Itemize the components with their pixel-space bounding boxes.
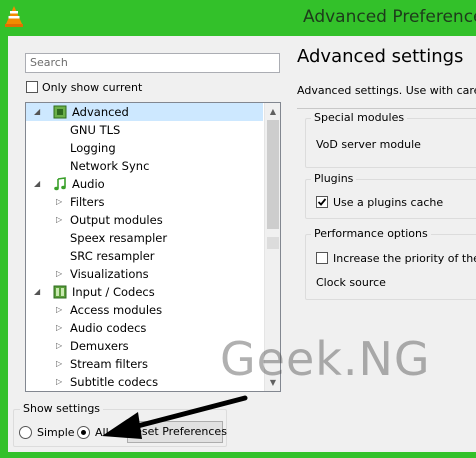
all-radio-dot — [81, 430, 86, 435]
only-show-current-checkbox[interactable] — [26, 81, 38, 93]
simple-radio-label: Simple — [37, 426, 75, 439]
expand-arrow-icon[interactable]: ◢ — [34, 175, 40, 193]
preferences-client-area: Search Only show current ◢ Advanced GNU TL… — [8, 36, 476, 452]
special-modules-label: Special modules — [311, 111, 408, 124]
clock-source-label: Clock source — [316, 276, 386, 289]
collapse-arrow-icon[interactable]: ▷ — [56, 337, 62, 355]
show-settings-label: Show settings — [20, 402, 104, 415]
only-show-current-label: Only show current — [42, 81, 143, 94]
tree-item-label: Output modules — [70, 213, 163, 227]
performance-options-label: Performance options — [311, 227, 431, 240]
tree-item-label: SRC resampler — [70, 249, 155, 263]
collapse-arrow-icon[interactable]: ▷ — [56, 301, 62, 319]
all-radio[interactable] — [77, 426, 90, 439]
panel-heading: Advanced settings — [297, 46, 464, 67]
tree-item-label: Demuxers — [70, 339, 129, 353]
title-bar[interactable]: Advanced Preferences — [0, 0, 476, 36]
tree-item-label: Subtitle codecs — [70, 375, 159, 389]
tree-item-label: Network Sync — [70, 159, 150, 173]
tree-item-label: Advanced — [72, 105, 129, 119]
tree-item[interactable]: SRC resampler — [26, 247, 263, 265]
search-input[interactable]: Search — [25, 53, 280, 73]
tree-item-label: Filters — [70, 195, 105, 209]
scroll-up-arrow[interactable]: ▲ — [265, 103, 280, 120]
use-plugins-cache-label: Use a plugins cache — [333, 196, 444, 209]
expand-arrow-icon[interactable]: ◢ — [34, 283, 40, 301]
tree-item[interactable]: Network Sync — [26, 157, 263, 175]
tree-item[interactable]: ▷ Access modules — [26, 301, 263, 319]
tree-item[interactable]: Logging — [26, 139, 263, 157]
vod-server-module-label: VoD server module — [316, 138, 421, 151]
music-note-icon — [53, 177, 67, 191]
tree-item-label: Input / Codecs — [72, 285, 155, 299]
tree-item[interactable]: ▷ Output modules — [26, 211, 263, 229]
tree-item-label: Audio — [72, 177, 105, 191]
window-frame: Advanced Preferences Search Only show cu… — [0, 0, 476, 458]
collapse-arrow-icon[interactable]: ▷ — [56, 355, 62, 373]
scroll-thumb-grip — [267, 237, 279, 249]
tree-item[interactable]: ◢ Audio — [26, 175, 263, 193]
annotation-arrow-icon — [102, 395, 248, 439]
use-plugins-cache-checkbox[interactable] — [316, 196, 328, 208]
increase-priority-checkbox[interactable] — [316, 252, 328, 264]
collapse-arrow-icon[interactable]: ▷ — [56, 319, 62, 337]
tree-item-label: Stream filters — [70, 357, 149, 371]
tree-item[interactable]: ▷ Visualizations — [26, 265, 263, 283]
window-title: Advanced Preferences — [303, 7, 476, 27]
performance-options-group: Performance options — [305, 227, 476, 300]
watermark-text: Geek.NG — [220, 332, 431, 386]
tree-item[interactable]: ▷ Filters — [26, 193, 263, 211]
tree-item-label: Audio codecs — [70, 321, 147, 335]
codec-icon — [53, 285, 67, 299]
tree-item[interactable]: ◢ Advanced — [26, 103, 263, 121]
collapse-arrow-icon[interactable]: ▷ — [56, 211, 62, 229]
expand-arrow-icon[interactable]: ◢ — [34, 103, 40, 121]
increase-priority-label: Increase the priority of the process — [333, 252, 476, 265]
tree-item-label: Speex resampler — [70, 231, 168, 245]
panel-subtitle: Advanced settings. Use with care... — [297, 84, 476, 97]
collapse-arrow-icon[interactable]: ▷ — [56, 373, 62, 391]
scroll-thumb[interactable] — [267, 120, 279, 229]
tree-item[interactable]: Speex resampler — [26, 229, 263, 247]
tree-item-label: GNU TLS — [70, 123, 121, 137]
tree-item-label: Logging — [70, 141, 116, 155]
simple-radio[interactable] — [19, 426, 32, 439]
panel-divider — [297, 108, 476, 109]
tree-item-label: Access modules — [70, 303, 163, 317]
tree-item[interactable]: ◢ Input / Codecs — [26, 283, 263, 301]
checkmark-icon — [317, 198, 327, 206]
vlc-cone-icon — [5, 6, 23, 27]
advanced-chip-icon — [53, 105, 67, 119]
tree-item[interactable]: GNU TLS — [26, 121, 263, 139]
collapse-arrow-icon[interactable]: ▷ — [56, 265, 62, 283]
tree-item-label: Visualizations — [70, 267, 149, 281]
plugins-label: Plugins — [311, 172, 357, 185]
collapse-arrow-icon[interactable]: ▷ — [56, 193, 62, 211]
